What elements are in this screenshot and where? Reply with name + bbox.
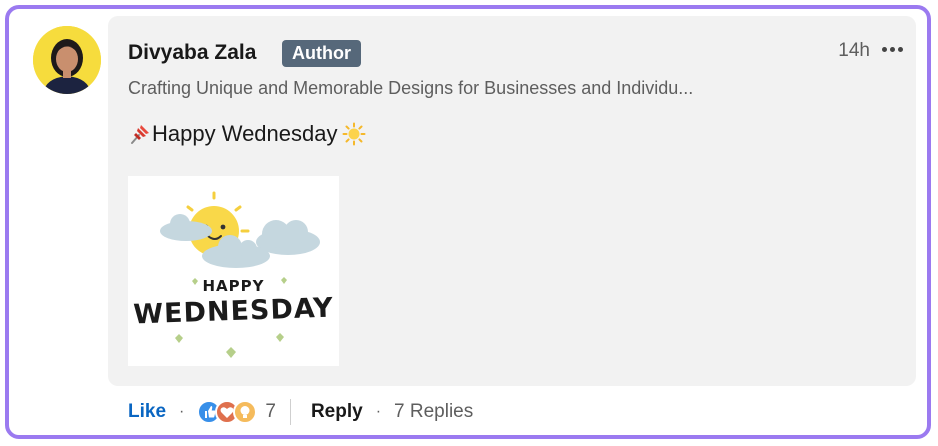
attached-image[interactable]: HAPPY WEDNESDAY bbox=[128, 176, 339, 366]
author-headline: Crafting Unique and Memorable Designs fo… bbox=[128, 78, 694, 98]
comment-bubble: Divyaba Zala Author 14h Crafting Unique … bbox=[108, 16, 916, 386]
comment-timestamp: 14h bbox=[838, 40, 870, 61]
separator-dot: · bbox=[179, 403, 185, 420]
avatar[interactable] bbox=[33, 26, 101, 94]
sun-icon bbox=[342, 122, 366, 146]
message-text: Happy Wednesday bbox=[152, 121, 338, 146]
image-caption-small: HAPPY bbox=[202, 277, 265, 295]
insightful-reaction-icon bbox=[233, 400, 258, 424]
author-badge: Author bbox=[282, 40, 361, 67]
reaction-count: 7 bbox=[265, 401, 276, 422]
author-name[interactable]: Divyaba Zala bbox=[128, 41, 256, 65]
like-button[interactable]: Like bbox=[128, 401, 166, 423]
comment-card: Divyaba Zala Author 14h Crafting Unique … bbox=[5, 5, 931, 439]
profile-photo bbox=[33, 26, 101, 94]
happy-wednesday-illustration bbox=[128, 176, 339, 366]
reply-button[interactable]: Reply bbox=[311, 401, 363, 423]
comment-text: Happy Wednesday bbox=[128, 121, 366, 147]
comment-actions-bar: Like · 7 Reply · 7 Replies bbox=[128, 397, 473, 427]
reactions-summary[interactable]: 7 bbox=[197, 400, 276, 424]
vertical-divider bbox=[289, 399, 291, 425]
pushpin-icon bbox=[128, 122, 152, 146]
more-options-icon[interactable] bbox=[880, 38, 906, 60]
view-replies-link[interactable]: 7 Replies bbox=[394, 401, 473, 423]
separator-dot: · bbox=[375, 403, 382, 420]
